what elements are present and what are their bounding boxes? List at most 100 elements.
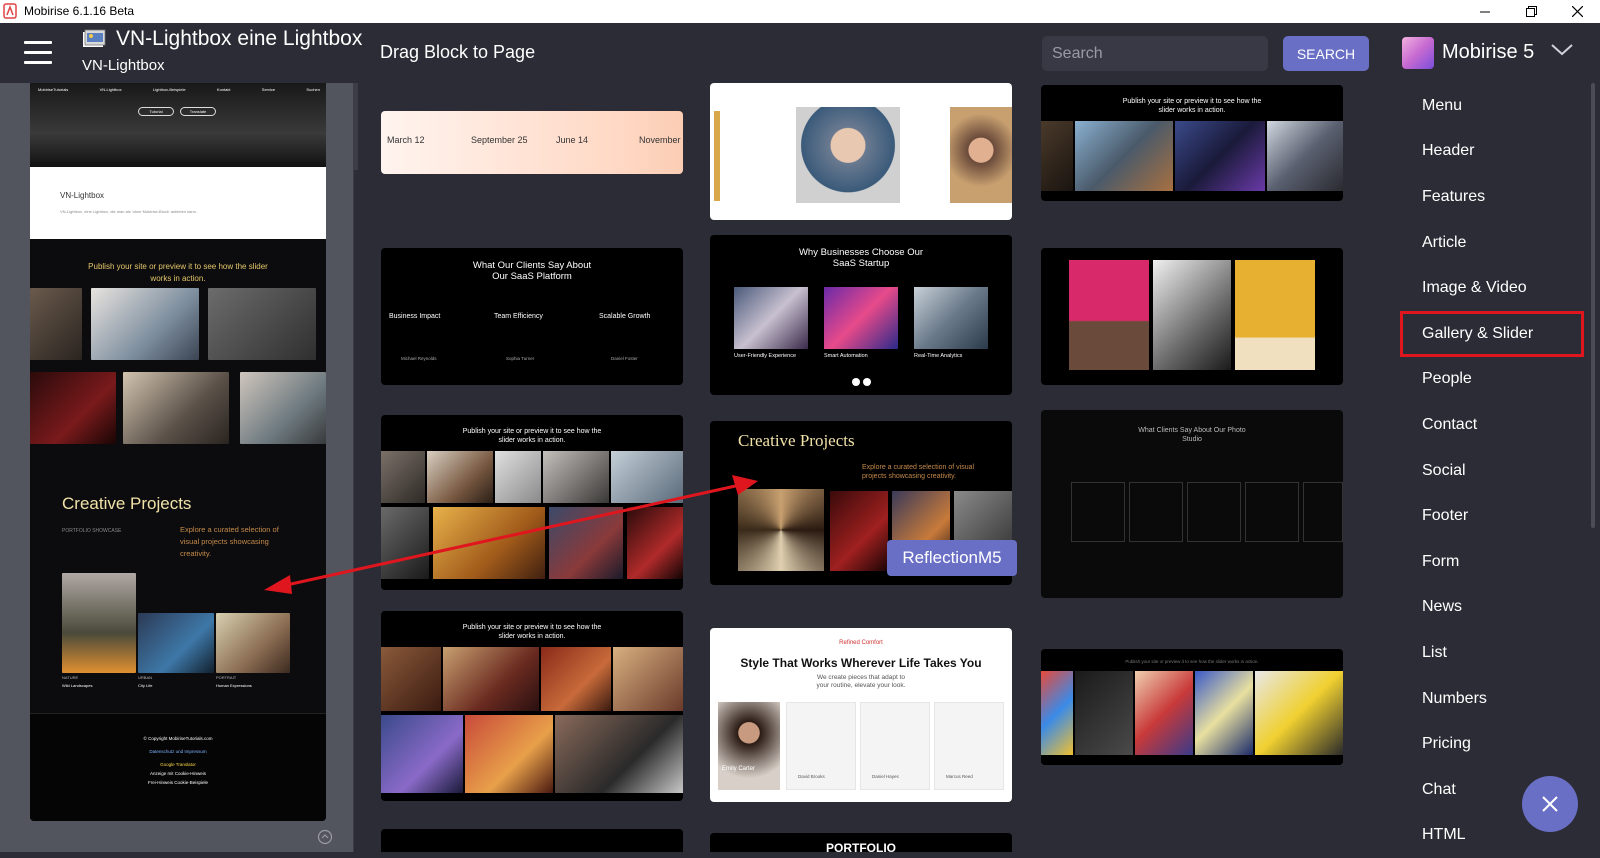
app-header: VN-Lightbox eine Lightbox fü VN-Lightbox… [0,23,1384,83]
preview-gallery-image [30,288,82,360]
timeline-date: March 12 [387,135,425,145]
page-subtitle: VN-Lightbox [82,57,165,74]
restore-icon [1526,6,1537,17]
block-thumbnail-why-businesses[interactable]: Why Businesses Choose Our SaaS Startup U… [710,235,1012,395]
block-thumbnail-design-slider[interactable]: Publish your site or preview it to see h… [1041,649,1343,765]
preview-creative-title: Creative Projects [62,494,191,514]
category-item-header[interactable]: Header [1384,129,1584,175]
category-item-gallery-slider[interactable]: Gallery & Slider [1400,311,1584,357]
drag-block-heading: Drag Block to Page [380,42,535,63]
block-thumbnail-portfolio[interactable]: PORTFOLIO [710,833,1012,852]
preview-nav-brand: MobiriseTutorials [38,87,68,95]
category-item-image-video[interactable]: Image & Video [1384,265,1584,311]
block-name-label: ReflectionM5 [887,540,1017,576]
minimize-button[interactable] [1462,0,1508,23]
preview-slider-heading: Publish your site or preview it to see h… [80,261,276,285]
search-input[interactable] [1042,36,1268,71]
category-item-numbers[interactable]: Numbers [1384,676,1584,722]
category-item-form[interactable]: Form [1384,539,1584,585]
preview-hero: MobiriseTutorials VN-Lightbox Lightbox-B… [30,83,326,167]
block-gallery: March 12 September 25 June 14 November W… [358,83,1384,852]
thumb-title: Creative Projects [738,431,855,451]
page-title[interactable]: VN-Lightbox eine Lightbox fü [116,27,362,51]
block-thumbnail-style[interactable]: Refined Comfort Style That Works Whereve… [710,628,1012,802]
category-item-contact[interactable]: Contact [1384,402,1584,448]
preview-gallery-image [240,372,326,444]
page-icon [82,29,106,49]
category-item-social[interactable]: Social [1384,448,1584,494]
preview-caption-title: City Life [138,683,152,688]
preview-hero-button: Tutorial [138,107,174,116]
block-thumbnail-partial[interactable] [381,829,683,852]
thumb-col-title: Scalable Growth [599,313,650,320]
preview-intro-title: VN-Lightbox [60,191,104,200]
preview-creative-desc: Explore a curated selection of visual pr… [180,524,290,560]
page-settings-icon[interactable] [317,829,333,845]
close-icon [1572,6,1583,17]
thumb-feature: Smart Automation [824,353,868,359]
theme-selector[interactable]: Mobirise 5 [1384,23,1600,83]
preview-nav-item: Suchen [306,87,320,95]
category-item-people[interactable]: People [1384,357,1584,403]
category-item-footer[interactable]: Footer [1384,493,1584,539]
preview-footer-link: Google Translator [30,762,326,767]
preview-gallery-image [208,288,316,360]
preview-gallery-image [123,372,229,444]
block-thumbnail-publish-fashion[interactable]: Publish your site or preview it to see h… [381,611,683,801]
block-thumbnail-studio[interactable] [1041,248,1343,385]
thumb-title: Publish your site or preview it to see h… [381,427,683,445]
preview-footer: © Copyright MobiriseTutorials.com Datens… [30,713,326,821]
maximize-button[interactable] [1508,0,1554,23]
block-thumbnail-clients-photo[interactable]: What Clients Say About Our Photo Studio [1041,410,1343,598]
thumb-title: Style That Works Wherever Life Takes You [710,656,1012,670]
block-thumbnail-timeline[interactable]: March 12 September 25 June 14 November [381,111,683,174]
thumb-feature: Real-Time Analytics [914,353,962,359]
preview-footer-text: Anzeige mit Cookie-Hinweis [30,771,326,776]
preview-caption-tag: NATURE [62,675,78,680]
close-window-button[interactable] [1554,0,1600,23]
block-thumbnail-publish-gallery[interactable]: Publish your site or preview it to see h… [381,415,683,590]
thumb-title: Publish your site or preview it to see h… [1041,659,1343,665]
category-panel: Mobirise 5 MenuHeaderFeaturesArticleImag… [1384,23,1600,852]
timeline-date: November [639,135,681,145]
category-item-list[interactable]: List [1384,630,1584,676]
thumb-name: Sophia Turner [506,356,534,361]
thumb-col-title: Business Impact [389,313,440,320]
preview-intro-text: VN-Lightbox, eine Lightbox, die man als … [60,209,197,214]
preview-creative-category: PORTFOLIO SHOWCASE [62,528,121,534]
thumb-name: Daniel Hayes [872,774,899,779]
block-thumbnail-team[interactable] [710,83,1012,220]
hamburger-menu-icon[interactable] [24,41,52,65]
block-thumbnail-clients-saas[interactable]: What Our Clients Say About Our SaaS Plat… [381,248,683,385]
category-item-pricing[interactable]: Pricing [1384,721,1584,767]
preview-gallery-image [30,372,116,444]
theme-name: Mobirise 5 [1442,41,1534,64]
preview-footer-copyright: © Copyright MobiriseTutorials.com [30,736,326,741]
page-preview[interactable]: MobiriseTutorials VN-Lightbox Lightbox-B… [30,83,326,821]
preview-caption-tag: PORTRAIT [216,675,236,680]
search-button[interactable]: SEARCH [1283,36,1369,71]
mobirise-logo [1402,37,1434,69]
thumb-name: David Brooks [798,774,825,779]
category-scrollbar[interactable] [1591,83,1595,528]
category-item-article[interactable]: Article [1384,220,1584,266]
thumb-name: Marcus Reed [946,774,973,779]
thumb-title: PORTFOLIO [710,843,1012,852]
window-title: Mobirise 6.1.16 Beta [24,4,134,18]
window-titlebar: Mobirise 6.1.16 Beta [0,0,1600,23]
mobirise-app-icon [3,3,17,19]
category-item-menu[interactable]: Menu [1384,83,1584,129]
preview-nav-item: Kontakt [217,87,231,95]
thumb-title: Publish your site or preview it to see h… [381,623,683,641]
timeline-date: September 25 [471,135,528,145]
preview-caption-tag: URBAN [138,675,152,680]
block-thumbnail-office-slider[interactable]: Publish your site or preview it to see h… [1041,85,1343,201]
thumb-name: Daniel Foster [611,356,638,361]
preview-portfolio-image [62,573,136,673]
close-fab-button[interactable] [1522,776,1578,832]
category-item-features[interactable]: Features [1384,174,1584,220]
category-item-news[interactable]: News [1384,585,1584,631]
thumb-subtitle: We create pieces that adapt to your rout… [710,674,1012,690]
preview-caption-title: Human Expressions [216,683,252,688]
preview-footer-text: Frei-Hinweis Cookie-Beispiele [30,780,326,785]
